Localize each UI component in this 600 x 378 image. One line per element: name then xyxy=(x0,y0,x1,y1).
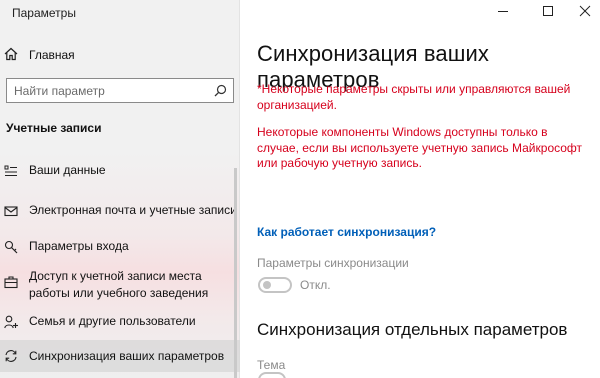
nav-home[interactable]: Главная xyxy=(0,44,240,66)
key-icon xyxy=(4,240,18,254)
sync-toggle[interactable] xyxy=(258,277,292,293)
home-icon xyxy=(4,47,18,61)
window-title: Параметры xyxy=(12,6,76,20)
nav-home-label: Главная xyxy=(29,48,75,62)
user-details-icon xyxy=(4,165,17,176)
nav-item-work-access[interactable]: Доступ к учетной записи места работы или… xyxy=(0,266,240,302)
minimize-icon[interactable] xyxy=(488,0,518,22)
search-icon xyxy=(214,84,227,97)
nav-item-label: Ваши данные xyxy=(29,163,106,177)
maximize-icon[interactable] xyxy=(533,0,563,22)
close-icon[interactable] xyxy=(570,0,600,22)
toggle-knob xyxy=(263,281,271,289)
nav-item-sync-settings[interactable]: Синхронизация ваших параметров xyxy=(0,340,240,372)
mail-icon xyxy=(4,206,18,217)
theme-label: Тема xyxy=(257,358,286,372)
how-sync-works-link[interactable]: Как работает синхронизация? xyxy=(257,225,436,239)
search-input[interactable]: Найти параметр xyxy=(6,78,234,103)
navigation-pane: Параметры Главная Найти параметр Учетные… xyxy=(0,0,240,378)
section-title: Учетные записи xyxy=(6,121,102,135)
individual-sync-title: Синхронизация отдельных параметров xyxy=(257,320,568,339)
search-placeholder: Найти параметр xyxy=(14,84,105,98)
theme-toggle[interactable] xyxy=(258,372,286,378)
nav-scrollbar[interactable] xyxy=(234,168,237,378)
sync-toggle-state: Откл. xyxy=(300,278,331,292)
nav-item-label: Электронная почта и учетные записи xyxy=(29,203,237,217)
nav-item-label: Доступ к учетной записи места работы или… xyxy=(29,269,209,300)
nav-item-your-info[interactable]: Ваши данные xyxy=(0,160,240,182)
account-warning: Некоторые компоненты Windows доступны то… xyxy=(257,125,583,170)
person-add-icon xyxy=(4,315,18,329)
nav-item-label: Семья и другие пользователи xyxy=(29,314,196,328)
sync-settings-label: Параметры синхронизации xyxy=(257,256,409,270)
nav-item-family[interactable]: Семья и другие пользователи xyxy=(0,311,240,333)
managed-warning: *Некоторые параметры скрыты или управляю… xyxy=(257,82,571,112)
nav-item-sign-in-options[interactable]: Параметры входа xyxy=(0,236,240,258)
nav-item-email[interactable]: Электронная почта и учетные записи xyxy=(0,200,240,222)
nav-item-label: Синхронизация ваших параметров xyxy=(29,349,225,363)
sync-icon xyxy=(5,350,17,362)
nav-item-label: Параметры входа xyxy=(29,239,129,253)
briefcase-icon xyxy=(4,276,18,289)
